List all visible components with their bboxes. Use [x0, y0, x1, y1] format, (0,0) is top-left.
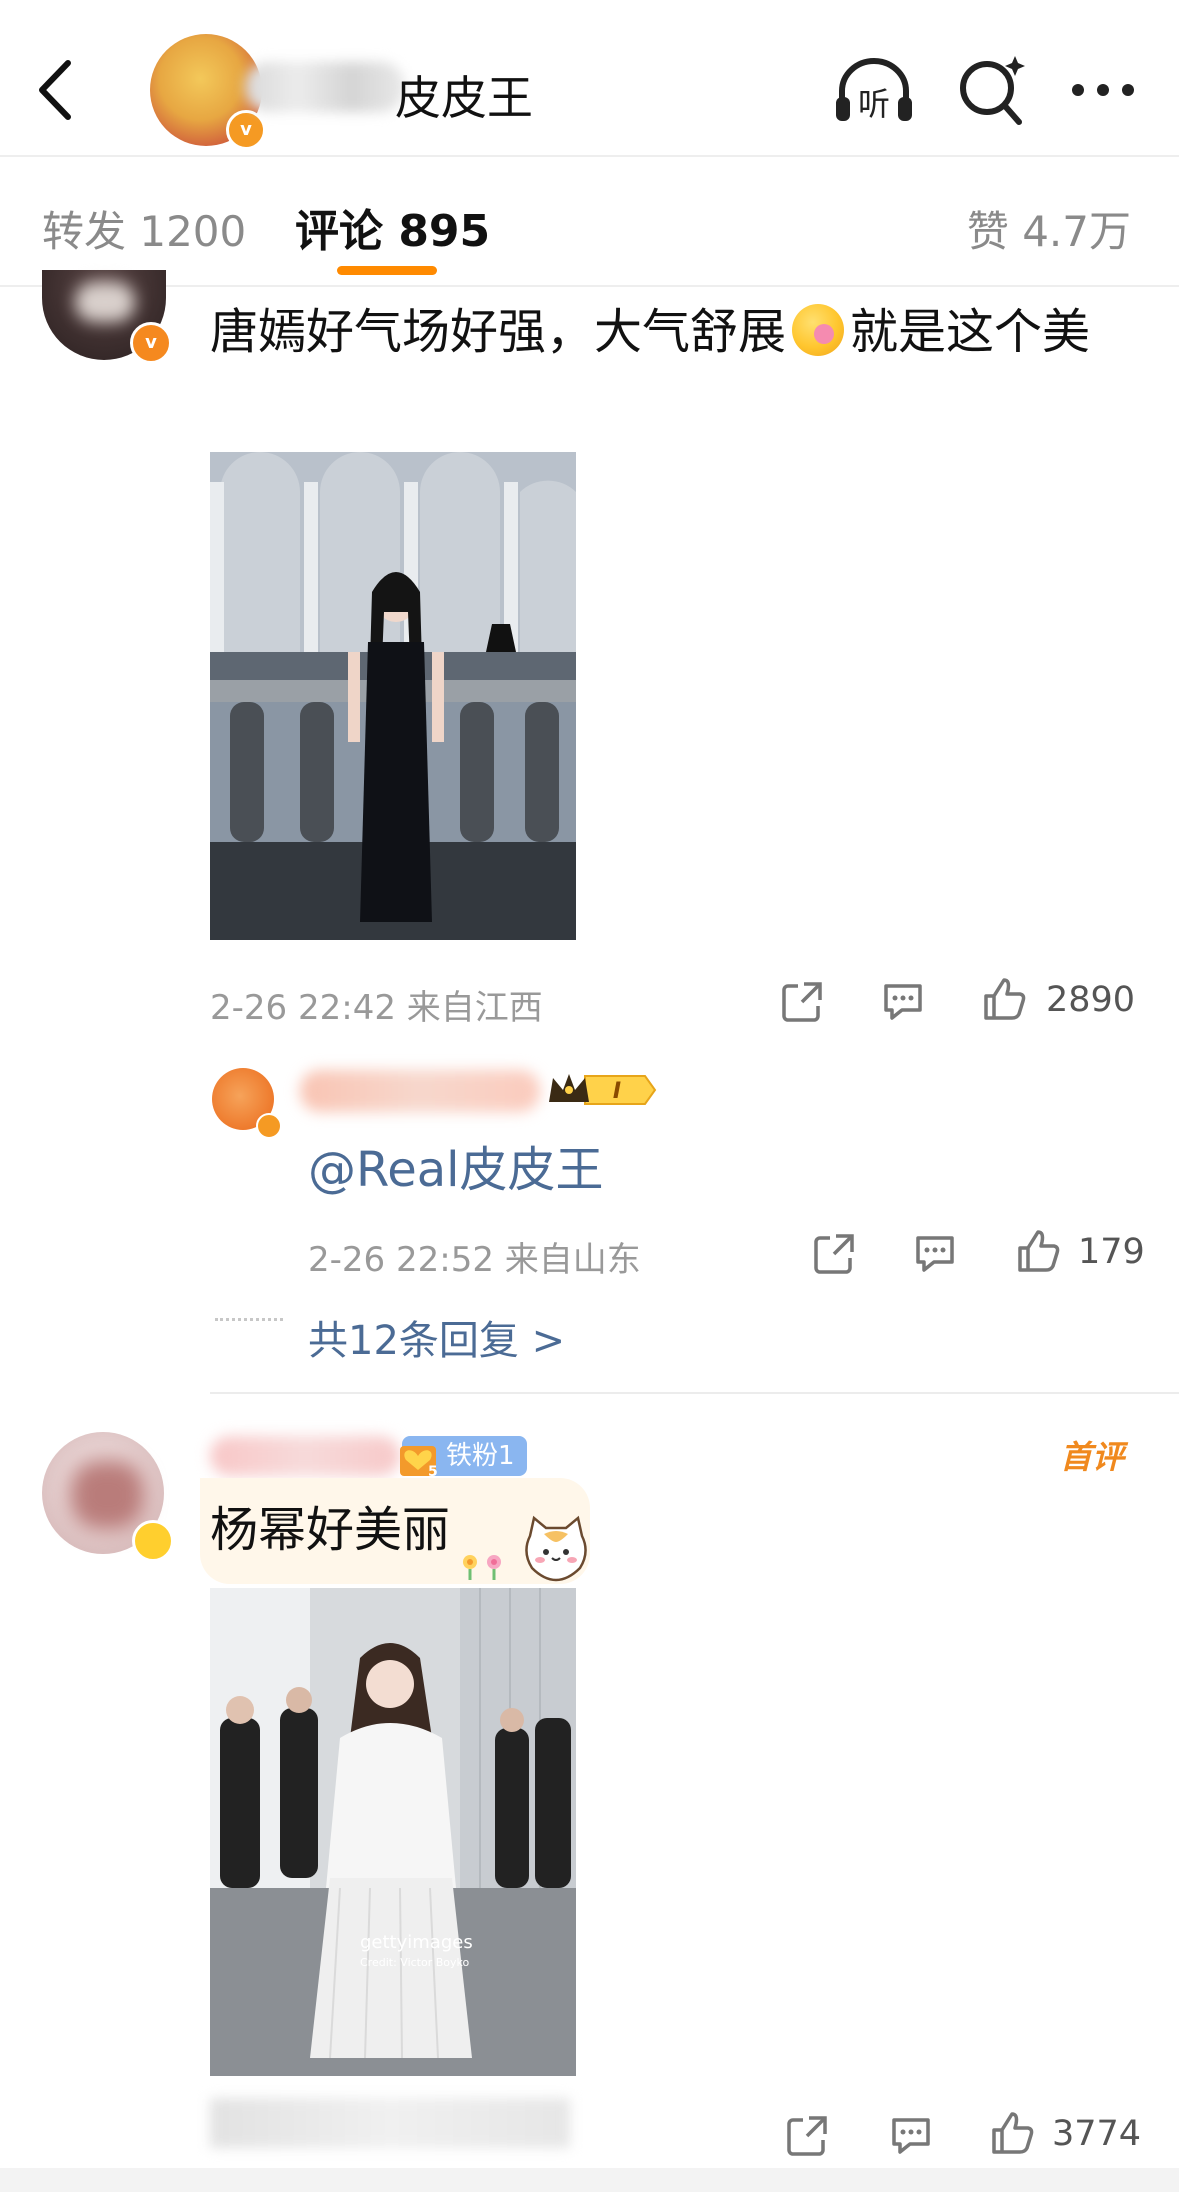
listen-icon[interactable]: 听 — [832, 55, 916, 127]
cat-sticker-icon — [525, 1515, 587, 1582]
comment-icon[interactable] — [880, 978, 926, 1024]
fan-heart-icon: 5 — [400, 1446, 438, 1478]
avatar-blur — [70, 1460, 145, 1530]
chevron-left-icon[interactable] — [30, 55, 80, 125]
tab-active-indicator — [337, 266, 437, 275]
blurred-name — [210, 1436, 400, 1476]
comment-icon[interactable] — [912, 1230, 958, 1276]
author-name[interactable]: 皮皮王 — [395, 62, 533, 128]
bottom-edge — [0, 2168, 1179, 2192]
first-comment-badge: 首评 — [1060, 1438, 1125, 1476]
blurred-name — [300, 1070, 540, 1112]
reply-meta: 2-26 22:52 来自山东 — [308, 1240, 641, 1280]
flowers-icon — [463, 1555, 501, 1580]
tab-bar: 转发 1200 评论 895 赞 4.7万 — [0, 155, 1179, 287]
comment-photo[interactable] — [210, 452, 576, 940]
comment-text: 唐嫣好气场好强，大气舒展 就是这个美 — [210, 296, 1130, 368]
like-count: 3774 — [1052, 2114, 1142, 2154]
search-icon[interactable] — [955, 52, 1027, 128]
crown-level: I — [613, 1079, 621, 1104]
like-count: 179 — [1078, 1232, 1145, 1272]
comment-text-part: 唐嫣好气场好强，大气舒展 — [210, 304, 787, 360]
reply-text[interactable]: @Real皮皮王 — [308, 1130, 603, 1200]
thumbs-up-icon[interactable] — [982, 976, 1028, 1022]
verified-badge — [256, 1113, 282, 1139]
dotted-line — [215, 1318, 283, 1327]
flower-face-emoji-icon — [792, 304, 845, 356]
comment-photo[interactable]: gettyimages Credit: Victor Boyko — [210, 1588, 576, 2076]
share-icon[interactable] — [812, 1230, 858, 1276]
comment-divider — [210, 1392, 1179, 1394]
tab-repost[interactable]: 转发 1200 — [42, 198, 246, 259]
thumbs-up-icon[interactable] — [1016, 1228, 1062, 1274]
photo-credit: Credit: Victor Boyko — [360, 1956, 469, 1969]
blurred-text — [210, 2098, 570, 2148]
like-count: 2890 — [1046, 980, 1136, 1020]
share-icon[interactable] — [785, 2112, 831, 2158]
listen-label: 听 — [858, 85, 890, 123]
tab-like[interactable]: 赞 4.7万 — [967, 198, 1131, 259]
more-replies-link[interactable]: 共12条回复 > — [308, 1308, 565, 1366]
comment-text-part: 就是这个美 — [850, 304, 1091, 360]
photo-woman-black-dress — [210, 452, 576, 940]
top-bar: v 皮皮王 听 — [0, 0, 1179, 157]
comment-meta: 2-26 22:42 来自江西 — [210, 988, 543, 1028]
more-dots-icon[interactable] — [1068, 78, 1138, 102]
thumbs-up-icon[interactable] — [990, 2110, 1036, 2156]
tab-comment[interactable]: 评论 895 — [295, 195, 490, 259]
share-icon[interactable] — [780, 978, 826, 1024]
svg-text:5: 5 — [428, 1464, 438, 1478]
comment-icon[interactable] — [888, 2112, 934, 2158]
verified-badge: v — [226, 110, 266, 150]
comment-text: 杨幂好美丽 — [210, 1502, 451, 1558]
verified-badge: v — [130, 322, 172, 364]
crown-badge-icon: I — [549, 1074, 657, 1105]
photo-woman-white-outfit: gettyimages Credit: Victor Boyko — [210, 1588, 576, 2076]
photo-watermark: gettyimages — [360, 1932, 473, 1953]
blurred-name — [245, 62, 405, 112]
member-badge — [132, 1520, 174, 1562]
avatar-blur — [75, 282, 135, 322]
